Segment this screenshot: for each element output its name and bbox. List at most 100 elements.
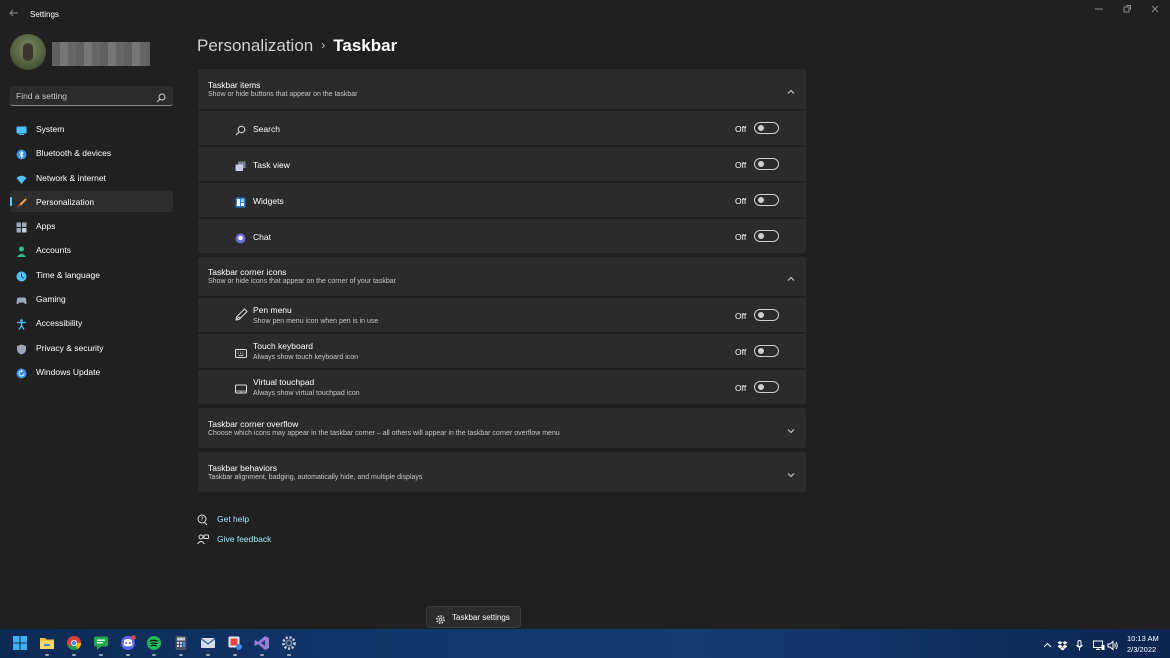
widgets-toggle[interactable]	[754, 194, 779, 206]
setting-row-touch-keyboard: Touch keyboard Always show touch keyboar…	[198, 334, 806, 368]
sidebar-item-privacy[interactable]: Privacy & security	[10, 337, 173, 358]
virtual-touchpad-toggle[interactable]	[754, 381, 779, 393]
search-toggle[interactable]	[754, 122, 779, 134]
setting-label: Task view	[253, 160, 290, 170]
breadcrumb-parent[interactable]: Personalization	[197, 36, 313, 55]
svg-text:?: ?	[201, 516, 204, 523]
corner-overflow-section: Taskbar corner overflow Choose which ico…	[198, 408, 806, 448]
title-bar: Settings	[0, 0, 1170, 30]
corner-icons-header[interactable]: Taskbar corner icons Show or hide icons …	[198, 257, 806, 296]
breadcrumb-separator: ›	[321, 38, 326, 52]
spotify-icon[interactable]	[146, 635, 162, 656]
setting-label: Chat	[253, 232, 271, 242]
sidebar-item-system[interactable]: System	[10, 118, 173, 139]
pen-icon	[235, 308, 248, 321]
apps-icon	[16, 220, 27, 233]
accessibility-icon	[16, 317, 27, 331]
sidebar-item-label: Personalization	[36, 196, 95, 207]
username-redacted	[52, 42, 150, 66]
avatar[interactable]	[10, 34, 46, 70]
section-title: Taskbar corner icons	[208, 267, 287, 277]
get-help-label[interactable]: Get help	[217, 514, 249, 524]
file-explorer-icon[interactable]	[39, 635, 55, 656]
task-view-icon	[235, 159, 246, 171]
task-view-toggle[interactable]	[754, 158, 779, 170]
sidebar-item-label: Privacy & security	[36, 342, 104, 353]
setting-label: Virtual touchpad	[253, 377, 315, 387]
touch-keyboard-toggle[interactable]	[754, 345, 779, 357]
clock-time[interactable]: 10:13 AM	[1127, 634, 1159, 643]
chrome-icon[interactable]	[66, 635, 82, 656]
snipping-icon[interactable]	[227, 635, 243, 656]
sidebar-item-label: Network & internet	[36, 172, 106, 183]
globe-clock-icon	[16, 269, 27, 282]
chevron-up-icon[interactable]	[786, 271, 796, 281]
calculator-icon[interactable]	[173, 635, 189, 656]
toggle-knob	[758, 161, 764, 167]
microphone-icon[interactable]	[1074, 638, 1085, 651]
settings-search[interactable]	[10, 86, 173, 106]
sidebar-item-label: Accounts	[36, 245, 71, 256]
sidebar-item-time-language[interactable]: Time & language	[10, 264, 173, 285]
breadcrumb: Personalization › Taskbar	[197, 36, 397, 56]
help-chat-icon: ?	[197, 513, 209, 526]
start-icon[interactable]	[12, 635, 28, 651]
discord-icon[interactable]	[120, 635, 136, 656]
taskbar-settings-tooltip[interactable]: Taskbar settings	[426, 606, 521, 628]
sidebar-item-label: Gaming	[36, 294, 66, 305]
chevron-down-icon[interactable]	[786, 467, 796, 478]
mail-icon[interactable]	[200, 635, 216, 656]
app-title: Settings	[30, 10, 59, 19]
setting-label: Search	[253, 124, 280, 134]
close-icon[interactable]	[1145, 4, 1165, 18]
sidebar-item-bluetooth[interactable]: Bluetooth & devices	[10, 142, 173, 163]
touchpad-icon	[235, 382, 247, 394]
taskbar-items-section: Taskbar items Show or hide buttons that …	[198, 69, 806, 253]
setting-row-virtual-touchpad: Virtual touchpad Always show virtual tou…	[198, 370, 806, 404]
pen-menu-toggle[interactable]	[754, 309, 779, 321]
sidebar-item-label: Apps	[36, 221, 56, 232]
page-title: Taskbar	[333, 36, 398, 55]
person-icon	[16, 244, 27, 258]
back-arrow-icon[interactable]	[9, 8, 21, 22]
dropbox-icon[interactable]	[1057, 638, 1068, 651]
setting-description: Always show virtual touchpad icon	[253, 390, 360, 397]
behaviors-header[interactable]: Taskbar behaviors Taskbar alignment, bad…	[198, 452, 806, 492]
toggle-knob	[758, 312, 764, 318]
chat-toggle[interactable]	[754, 230, 779, 242]
toggle-state: Off	[735, 383, 747, 393]
sidebar-item-accounts[interactable]: Accounts	[10, 239, 173, 260]
chevron-up-icon[interactable]	[786, 84, 796, 94]
section-title: Taskbar behaviors	[208, 463, 277, 473]
minimize-icon[interactable]	[1089, 4, 1109, 18]
messenger-icon[interactable]	[93, 635, 109, 656]
visual-studio-icon[interactable]	[254, 635, 270, 656]
settings-icon[interactable]	[281, 635, 297, 656]
volume-icon[interactable]	[1107, 638, 1118, 651]
search-input[interactable]	[16, 89, 146, 103]
chat-icon	[235, 231, 246, 244]
network-icon[interactable]	[1093, 638, 1105, 650]
shield-icon	[16, 342, 27, 355]
clock-date[interactable]: 2/3/2022	[1127, 645, 1156, 654]
section-title: Taskbar corner overflow	[208, 419, 299, 429]
sidebar-item-personalization[interactable]: Personalization	[10, 190, 173, 212]
restore-icon[interactable]	[1117, 4, 1137, 18]
sidebar-item-network[interactable]: Network & internet	[10, 167, 173, 188]
section-title: Taskbar items	[208, 80, 261, 90]
sidebar-item-accessibility[interactable]: Accessibility	[10, 312, 173, 333]
taskbar-items-header[interactable]: Taskbar items Show or hide buttons that …	[198, 69, 806, 109]
chevron-up-icon[interactable]	[1042, 638, 1053, 649]
toggle-knob	[758, 125, 764, 131]
sidebar-item-gaming[interactable]: Gaming	[10, 288, 173, 309]
setting-label: Touch keyboard	[253, 341, 314, 351]
sidebar-item-windows-update[interactable]: Windows Update	[10, 361, 173, 382]
sidebar-item-label: Windows Update	[36, 366, 101, 377]
section-subtitle: Show or hide buttons that appear on the …	[208, 91, 358, 98]
sidebar-item-label: System	[36, 124, 65, 134]
give-feedback-label[interactable]: Give feedback	[217, 534, 271, 544]
sidebar-item-apps[interactable]: Apps	[10, 215, 173, 236]
chevron-down-icon[interactable]	[786, 423, 796, 434]
search-icon[interactable]	[156, 90, 166, 103]
corner-overflow-header[interactable]: Taskbar corner overflow Choose which ico…	[198, 408, 806, 448]
